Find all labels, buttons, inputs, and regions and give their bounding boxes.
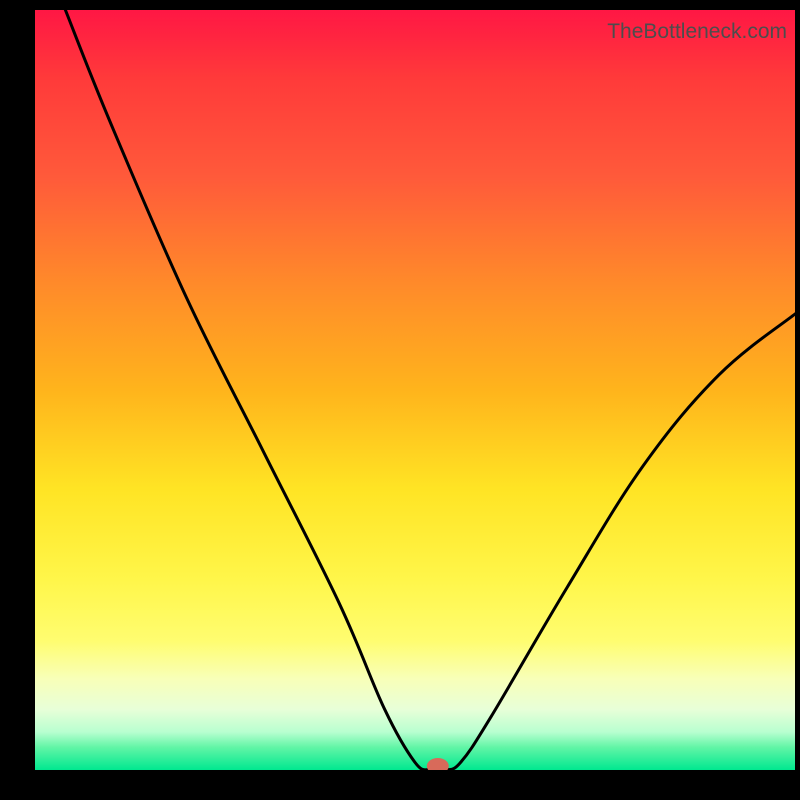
chart-container: TheBottleneck.com [0,0,800,800]
plot-area: TheBottleneck.com [35,10,795,770]
bottleneck-curve [65,10,795,770]
attribution-text: TheBottleneck.com [607,20,787,44]
optimal-marker [427,758,449,770]
chart-overlay [35,10,795,770]
